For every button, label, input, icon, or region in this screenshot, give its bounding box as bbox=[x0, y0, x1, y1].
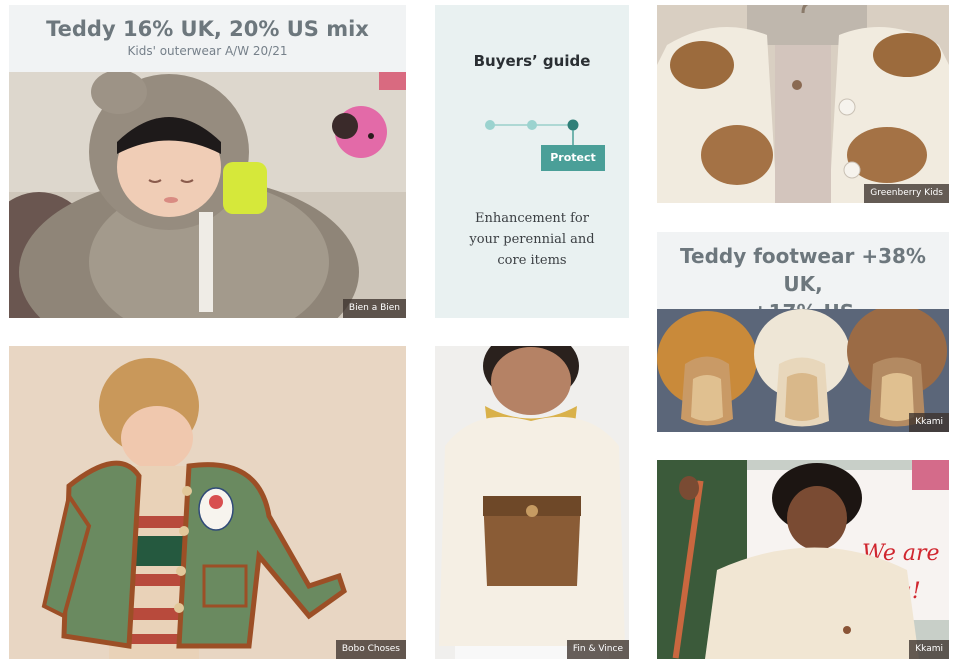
child-cream-teddy-sweater-photo[interactable] bbox=[435, 346, 629, 659]
photo-credit: Fin & Vince bbox=[566, 640, 629, 659]
tile-subtitle: Kids' outerwear A/W 20/21 bbox=[127, 44, 288, 58]
buyers-guide-title: Buyers’ guide bbox=[473, 52, 591, 70]
protect-step-badge[interactable]: Protect bbox=[541, 145, 605, 171]
step-dot-active bbox=[567, 119, 579, 131]
girl-cream-teddy-coat-photo[interactable]: We are you! bbox=[657, 460, 949, 659]
teddy-mix-tile[interactable]: Teddy 16% UK, 20% US mix Kids' outerwear… bbox=[9, 5, 406, 318]
description-line: core items bbox=[497, 253, 567, 268]
buyers-guide-description: Enhancement for your perennial and core … bbox=[455, 208, 609, 271]
baby-teddy-hood-photo[interactable] bbox=[9, 72, 406, 318]
step-dot bbox=[527, 120, 537, 130]
buyers-guide-card[interactable]: Buyers’ guide Protect Enhancement for yo… bbox=[435, 5, 629, 318]
step-dot bbox=[485, 120, 495, 130]
boy-green-teddy-jacket-photo[interactable] bbox=[9, 346, 406, 659]
fin-vince-tile[interactable]: Fin & Vince bbox=[435, 346, 629, 659]
description-line: Enhancement for bbox=[475, 211, 589, 226]
tile-title: Teddy 16% UK, 20% US mix bbox=[46, 17, 369, 41]
kkami-girl-tile[interactable]: We are you! Kkami bbox=[657, 460, 949, 659]
photo-credit: Kkami bbox=[909, 413, 949, 432]
title-line: Teddy footwear +38% UK, bbox=[680, 244, 926, 296]
photo-credit: Bien a Bien bbox=[342, 299, 406, 318]
photo-credit: Bobo Choses bbox=[335, 640, 406, 659]
photo-credit: Greenberry Kids bbox=[864, 184, 949, 203]
teddy-slippers-photo[interactable] bbox=[657, 309, 949, 432]
description-line: your perennial and bbox=[469, 232, 595, 247]
greenberry-tile[interactable]: Greenberry Kids bbox=[657, 5, 949, 203]
cow-print-teddy-jacket-photo[interactable] bbox=[657, 5, 949, 203]
tile-header: Teddy footwear +38% UK, +17% US bbox=[657, 232, 949, 324]
photo-credit: Kkami bbox=[909, 640, 949, 659]
tile-header: Teddy 16% UK, 20% US mix Kids' outerwear… bbox=[9, 5, 406, 72]
teddy-footwear-tile[interactable]: Teddy footwear +38% UK, +17% US Kkami bbox=[657, 232, 949, 432]
bobo-choses-tile[interactable]: Bobo Choses bbox=[9, 346, 406, 659]
